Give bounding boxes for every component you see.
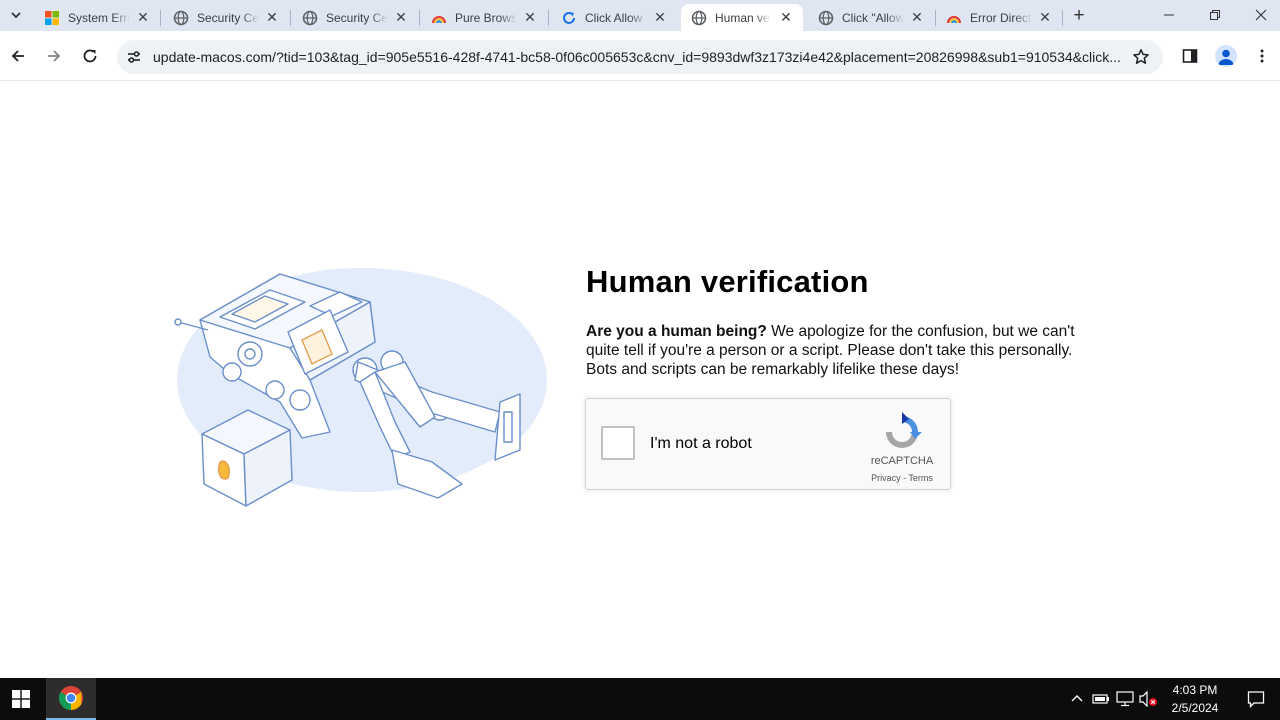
clock-time: 4:03 PM <box>1172 683 1218 697</box>
volume-status[interactable] <box>1139 690 1159 708</box>
start-button[interactable] <box>0 678 42 720</box>
close-icon[interactable]: ✕ <box>652 9 668 25</box>
close-icon <box>1255 9 1267 21</box>
globe-icon <box>302 10 318 26</box>
microsoft-icon <box>44 10 60 26</box>
tab-click-allow-quoted[interactable]: Click "Allow" ✕ <box>808 4 934 31</box>
side-panel-icon <box>1182 49 1198 63</box>
rainbow-icon <box>946 10 962 26</box>
tab-system-error[interactable]: System Error ✕ <box>34 4 160 31</box>
globe-icon <box>818 10 834 26</box>
clock-date: 2/5/2024 <box>1171 701 1219 715</box>
address-bar[interactable]: update-macos.com/?tid=103&tag_id=905e551… <box>117 40 1163 74</box>
page-title: Human verification <box>586 264 869 299</box>
tab-divider <box>160 10 161 26</box>
rainbow-icon <box>431 10 447 26</box>
browser-toolbar: update-macos.com/?tid=103&tag_id=905e551… <box>0 31 1280 81</box>
question-text: Are you a human being? <box>586 323 767 340</box>
minimize-button[interactable] <box>1146 2 1192 28</box>
tab-divider <box>290 10 291 26</box>
close-icon[interactable]: ✕ <box>522 9 538 25</box>
restore-icon <box>1210 10 1220 20</box>
speaker-muted-icon <box>1139 691 1157 707</box>
tab-strip: System Error ✕ Security Center ✕ Securit… <box>0 0 1280 31</box>
battery-icon <box>1092 694 1109 704</box>
network-icon <box>1116 691 1134 707</box>
notification-icon <box>1247 691 1265 708</box>
tab-pure-browsing[interactable]: Pure Browsing ✕ <box>421 4 547 31</box>
more-vert-icon <box>1260 49 1264 63</box>
close-window-button[interactable] <box>1238 2 1280 28</box>
taskbar-chrome-button[interactable] <box>46 678 96 720</box>
recaptcha-widget: I'm not a robot reCAPTCHA Privacy - Term… <box>585 398 951 490</box>
arrow-right-icon <box>48 50 61 62</box>
verification-message: Are you a human being? We apologize for … <box>586 322 1106 379</box>
close-icon[interactable]: ✕ <box>778 9 794 25</box>
screen: System Error ✕ Security Center ✕ Securit… <box>0 0 1280 720</box>
reload-button[interactable] <box>77 43 103 69</box>
tab-title: Click "Allow" <box>842 10 904 25</box>
new-tab-button[interactable]: + <box>1068 5 1090 27</box>
tab-title: Human verification <box>715 10 771 25</box>
close-icon[interactable]: ✕ <box>135 9 151 25</box>
minimize-icon <box>1164 14 1174 16</box>
tab-search-button[interactable] <box>4 4 28 26</box>
tab-title: Click Allow <box>585 10 643 25</box>
tab-divider <box>1062 10 1063 26</box>
bookmark-star-icon[interactable] <box>1131 47 1151 67</box>
side-panel-button[interactable] <box>1179 45 1201 67</box>
profile-button[interactable] <box>1215 45 1237 67</box>
tab-error-directory[interactable]: Error Directory ✕ <box>936 4 1062 31</box>
globe-icon <box>691 10 707 26</box>
taskbar-clock[interactable]: 4:03 PM 2/5/2024 <box>1160 681 1230 717</box>
tab-click-allow[interactable]: Click Allow ✕ <box>551 4 677 31</box>
close-icon[interactable]: ✕ <box>909 9 925 25</box>
recaptcha-links[interactable]: Privacy - Terms <box>858 473 946 483</box>
arrow-left-icon <box>11 50 24 62</box>
tab-title: Error Directory <box>970 10 1032 25</box>
windows-taskbar: 4:03 PM 2/5/2024 <box>0 678 1280 720</box>
tab-title: Pure Browsing <box>455 10 517 25</box>
tab-title: System Error <box>68 10 130 25</box>
chevron-up-icon <box>1071 695 1083 702</box>
tab-security-center[interactable]: Security Center ✕ <box>292 4 418 31</box>
forward-button[interactable] <box>41 43 67 69</box>
close-icon[interactable]: ✕ <box>264 9 280 25</box>
windows-logo-icon <box>12 690 30 708</box>
globe-icon <box>173 10 189 26</box>
captcha-label[interactable]: I'm not a robot <box>650 435 752 453</box>
url-text[interactable]: update-macos.com/?tid=103&tag_id=905e551… <box>153 49 1133 65</box>
network-status[interactable] <box>1115 690 1135 708</box>
chrome-icon <box>58 686 83 710</box>
captcha-checkbox[interactable] <box>601 426 635 460</box>
refresh-icon <box>561 10 577 26</box>
avatar <box>1215 45 1237 67</box>
close-icon[interactable]: ✕ <box>1037 9 1053 25</box>
tab-title: Security Center <box>326 10 388 25</box>
recaptcha-brand: reCAPTCHA <box>870 455 934 467</box>
site-info-icon[interactable] <box>124 47 144 67</box>
verification-content: Human verification Are you a human being… <box>586 262 1106 379</box>
battery-status[interactable] <box>1091 690 1111 708</box>
robot-illustration <box>170 262 550 510</box>
browser-menu-button[interactable] <box>1251 45 1273 67</box>
recaptcha-logo-icon <box>882 412 922 452</box>
tab-security-center[interactable]: Security Center ✕ <box>163 4 289 31</box>
tab-human-verification[interactable]: Human verification ✕ <box>681 4 803 31</box>
close-icon[interactable]: ✕ <box>393 9 409 25</box>
reload-icon <box>83 49 97 63</box>
restore-button[interactable] <box>1192 2 1238 28</box>
tab-divider <box>548 10 549 26</box>
tray-overflow-button[interactable] <box>1069 690 1085 708</box>
tab-title: Security Center <box>197 10 259 25</box>
action-center-button[interactable] <box>1232 678 1280 720</box>
chevron-down-icon <box>11 12 21 19</box>
tab-divider <box>419 10 420 26</box>
back-button[interactable] <box>5 43 31 69</box>
